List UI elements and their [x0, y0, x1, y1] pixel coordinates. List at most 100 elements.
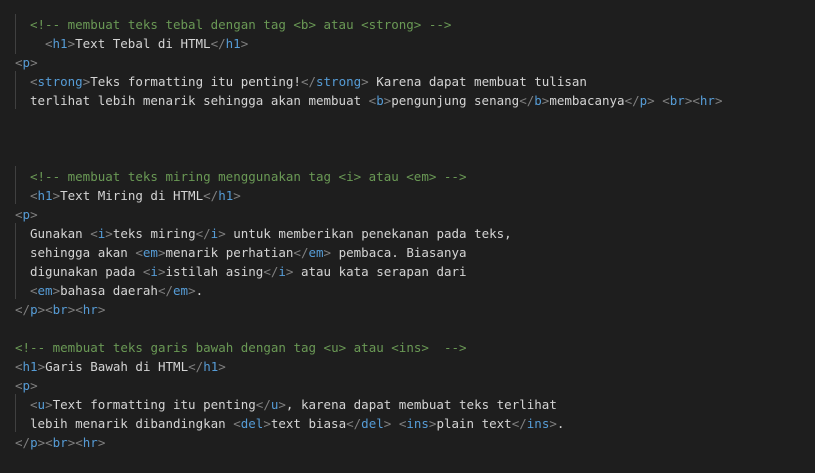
code-text: plain text — [436, 416, 512, 431]
code-line: <!-- membuat teks miring menggunakan tag… — [30, 167, 467, 186]
code-text: bahasa daerah — [60, 283, 158, 298]
code-tag-bracket: >< — [684, 93, 700, 108]
code-tag-bracket: </ — [519, 93, 535, 108]
code-tag-name: em — [308, 245, 324, 260]
code-tag-bracket: > — [37, 359, 46, 374]
code-tag-name: br — [52, 435, 68, 450]
code-text: atau kata serapan dari — [293, 264, 467, 279]
code-tag-name: h1 — [225, 36, 241, 51]
code-text: teks miring — [112, 226, 196, 241]
code-tag-name: ins — [406, 416, 429, 431]
code-text: , karena dapat membuat teks terlihat — [285, 397, 557, 412]
code-text: lebih menarik dibandingkan — [30, 416, 234, 431]
code-tag-bracket: > — [52, 188, 61, 203]
code-line: <strong>Teks formatting itu penting!</st… — [30, 72, 587, 91]
code-tag-bracket: < — [30, 74, 38, 89]
code-line: </p><br><hr> — [15, 300, 105, 319]
code-tag-bracket: > — [105, 226, 113, 241]
code-text: pembaca. Biasanya — [331, 245, 467, 260]
code-tag-name: i — [278, 264, 286, 279]
code-comment: <!-- membuat teks tebal dengan tag <b> a… — [30, 17, 452, 32]
code-text: membacanya — [549, 93, 625, 108]
code-text: Text Miring di HTML — [60, 188, 204, 203]
indent-guide — [15, 223, 16, 299]
code-tag-bracket: > — [218, 359, 226, 374]
code-tag-name: h1 — [37, 188, 53, 203]
code-tag-name: em — [142, 245, 158, 260]
code-tag-bracket: </ — [300, 74, 316, 89]
code-text: . — [195, 283, 204, 298]
code-text: terlihat lebih menarik sehingga akan mem… — [30, 93, 369, 108]
code-tag-bracket: > — [240, 36, 249, 51]
code-tag-bracket: > — [97, 435, 106, 450]
code-tag-bracket: </ — [15, 302, 31, 317]
code-tag-name: p — [30, 435, 38, 450]
code-tag-name: p — [22, 55, 31, 70]
code-line: <h1>Text Miring di HTML</h1> — [30, 186, 241, 205]
indent-guide — [15, 166, 16, 204]
code-comment: <!-- membuat teks garis bawah dengan tag… — [15, 340, 467, 355]
code-line: <p> — [15, 205, 38, 224]
code-text: Karena dapat membuat tulisan — [368, 74, 587, 89]
code-text: pengunjung senang — [391, 93, 520, 108]
code-tag-bracket: </ — [203, 188, 219, 203]
code-tag-bracket: < — [30, 188, 38, 203]
code-tag-name: hr — [699, 93, 715, 108]
code-text: Gunakan — [30, 226, 91, 241]
code-tag-bracket: </ — [210, 36, 226, 51]
code-tag-name: em — [173, 283, 189, 298]
code-line: <h1>Garis Bawah di HTML</h1> — [15, 357, 226, 376]
code-tag-name: u — [37, 397, 46, 412]
code-tag-bracket: > — [97, 302, 106, 317]
code-line: <!-- membuat teks garis bawah dengan tag… — [15, 338, 467, 357]
code-text: Garis Bawah di HTML — [45, 359, 189, 374]
code-line: sehingga akan <em>menarik perhatian</em>… — [30, 243, 467, 262]
code-tag-bracket: </ — [157, 283, 174, 298]
code-tag-name: b — [534, 93, 542, 108]
code-tag-bracket: > — [647, 93, 655, 108]
code-tag-name: h1 — [203, 359, 219, 374]
code-tag-bracket: < — [30, 397, 38, 412]
code-tag-name: strong — [37, 74, 83, 89]
code-line: <u>Text formatting itu penting</u>, kare… — [30, 395, 557, 414]
code-tag-name: p — [30, 302, 38, 317]
code-tag-bracket: > — [218, 226, 226, 241]
code-line: <!-- membuat teks tebal dengan tag <b> a… — [30, 15, 451, 34]
code-tag-bracket: </ — [511, 416, 527, 431]
code-editor[interactable]: <!-- membuat teks tebal dengan tag <b> a… — [0, 0, 815, 473]
code-tag-bracket: > — [323, 245, 332, 260]
code-tag-name: del — [240, 416, 264, 431]
indent-guide — [15, 14, 16, 54]
code-line: terlihat lebih menarik sehingga akan mem… — [30, 91, 722, 110]
code-line: <p> — [15, 376, 38, 395]
code-tag-bracket: > — [30, 55, 38, 70]
code-tag-name: ins — [526, 416, 550, 431]
code-tag-name: p — [22, 378, 31, 393]
code-tag-bracket: < — [90, 226, 98, 241]
code-text: Teks formatting itu penting! — [90, 74, 301, 89]
code-tag-bracket: > — [278, 397, 286, 412]
code-line: <h1>Text Tebal di HTML</h1> — [45, 34, 248, 53]
code-tag-name: h1 — [22, 359, 38, 374]
code-tag-bracket: < — [45, 36, 53, 51]
code-tag-bracket: > — [45, 397, 53, 412]
code-tag-bracket: > — [549, 416, 557, 431]
code-line: <p> — [15, 53, 38, 72]
code-tag-name: em — [37, 283, 53, 298]
code-tag-bracket: < — [30, 283, 38, 298]
code-tag-bracket: > — [30, 378, 38, 393]
code-tag-bracket: > — [714, 93, 723, 108]
code-tag-name: strong — [316, 74, 362, 89]
code-tag-name: h1 — [52, 36, 68, 51]
code-tag-name: i — [150, 264, 158, 279]
code-tag-bracket: >< — [67, 302, 83, 317]
code-tag-bracket: < — [15, 55, 23, 70]
code-tag-name: hr — [82, 302, 98, 317]
code-tag-name: p — [22, 207, 31, 222]
code-tag-bracket: </ — [15, 435, 31, 450]
code-text: menarik perhatian — [165, 245, 294, 260]
code-tag-bracket: < — [15, 207, 23, 222]
code-tag-bracket: > — [263, 416, 271, 431]
code-tag-bracket: </ — [293, 245, 309, 260]
